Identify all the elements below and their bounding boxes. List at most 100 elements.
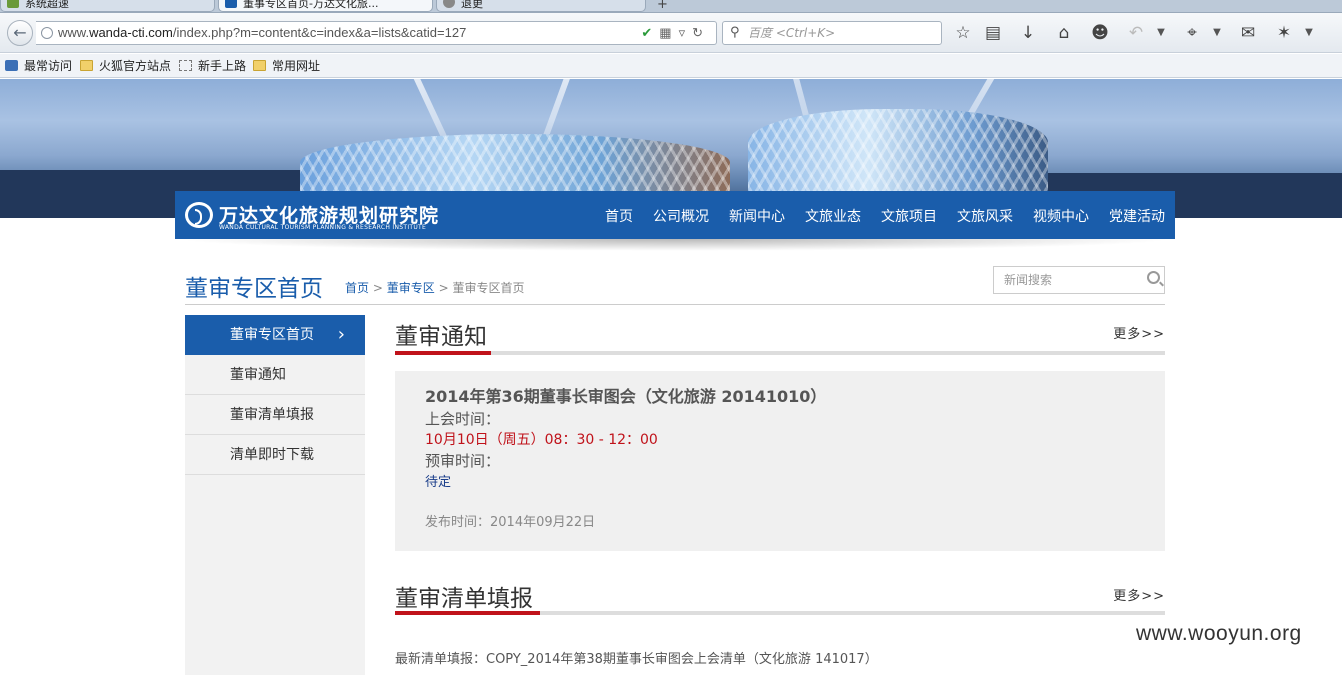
crop-icon[interactable]: ⌖ [1181, 23, 1203, 43]
main-content: 董审通知 更多>> 2014年第36期董事长审图会（文化旅游 20141010）… [395, 315, 1165, 551]
meeting-time-label: 上会时间： [425, 410, 501, 428]
nav-video[interactable]: 视频中心 [1033, 191, 1089, 239]
browser-tab-active[interactable]: 董事专区首页-万达文化旅... [218, 0, 433, 12]
bookmark-firefox-site[interactable]: 火狐官方站点 [80, 54, 171, 78]
latest-checklist-link[interactable]: 最新清单填报：COPY_2014年第38期董事长审图会上会清单（文化旅游 141… [395, 648, 878, 667]
section-title: 董审清单填报 [395, 586, 533, 612]
news-search-input[interactable]: 新闻搜索 [993, 266, 1165, 294]
shield-icon[interactable]: ✔ [641, 25, 659, 40]
tab-title: 退更 [461, 0, 483, 10]
new-tab-button[interactable]: + [657, 0, 668, 12]
sidebar-item-download[interactable]: 清单即时下载 [185, 435, 365, 475]
review-time-value: 待定 [425, 475, 452, 490]
nav-company[interactable]: 公司概况 [653, 191, 709, 239]
search-icon: ⚲ [730, 25, 740, 40]
browser-search-input[interactable]: ⚲ 百度 <Ctrl+K> [722, 21, 942, 45]
folder-icon [253, 60, 266, 71]
notice-title[interactable]: 2014年第36期董事长审图会（文化旅游 20141010） [425, 386, 1135, 408]
nav-home[interactable]: 首页 [605, 191, 633, 239]
section-underline [395, 351, 491, 355]
page-title: 董审专区首页 [185, 276, 323, 302]
dropdown-arrow-icon[interactable]: ▿ [679, 25, 693, 40]
search-placeholder: 百度 <Ctrl+K> [748, 26, 836, 40]
bookmark-label: 最常访问 [24, 59, 73, 73]
page-header: 董审专区首页 首页 > 董审专区 > 董审专区首页 新闻搜索 [185, 265, 1165, 305]
more-link[interactable]: 更多>> [1113, 585, 1165, 604]
notice-card[interactable]: 2014年第36期董事长审图会（文化旅游 20141010） 上会时间： 10月… [395, 371, 1165, 551]
section-underline [395, 611, 540, 615]
sidebar-item-label: 董审通知 [230, 367, 286, 383]
review-time-label: 预审时间： [425, 452, 501, 470]
bookmark-label: 新手上路 [198, 59, 247, 73]
bookmark-most-visited[interactable]: 最常访问 [5, 54, 72, 78]
checklist-section-header: 董审清单填报 更多>> [395, 577, 1165, 615]
breadcrumb-separator: > [438, 281, 449, 295]
browser-tab[interactable]: 退更 [436, 0, 646, 12]
sidebar-item-checklist[interactable]: 董审清单填报 [185, 395, 365, 435]
url-prefix: www. [58, 25, 90, 40]
download-icon[interactable]: ↓ [1017, 23, 1039, 43]
search-icon[interactable] [1147, 271, 1160, 284]
bookmark-getting-started[interactable]: 新手上路 [179, 54, 246, 78]
bookmark-star-icon[interactable]: ☆ [952, 23, 974, 43]
more-link[interactable]: 更多>> [1113, 323, 1165, 342]
browser-tab[interactable]: 系统超速 [0, 0, 215, 12]
nav-party[interactable]: 党建活动 [1109, 191, 1165, 239]
qr-code-icon[interactable]: ▦ [659, 25, 678, 40]
sidebar-item-label: 清单即时下载 [230, 447, 314, 463]
undo-icon[interactable]: ↶ [1125, 23, 1147, 43]
back-arrow-icon: ← [13, 23, 27, 42]
globe-icon [41, 27, 53, 39]
bookmark-common-sites[interactable]: 常用网址 [253, 54, 320, 78]
folder-icon [80, 60, 93, 71]
breadcrumb-separator: > [372, 281, 383, 295]
speech-bubble-icon[interactable]: ✉ [1237, 23, 1259, 43]
home-icon[interactable]: ⌂ [1053, 23, 1075, 43]
section-title: 董审通知 [395, 324, 487, 350]
sidebar-item-notice[interactable]: 董审通知 [185, 355, 365, 395]
tab-title: 董事专区首页-万达文化旅... [243, 0, 379, 10]
breadcrumb: 首页 > 董审专区 > 董审专区首页 [345, 279, 524, 296]
site-nav: 万达文化旅游规划研究院 WANDA CULTURAL TOURISM PLANN… [175, 191, 1175, 251]
sidebar: 董审专区首页 › 董审通知 董审清单填报 清单即时下载 [185, 315, 365, 675]
logo-en: WANDA CULTURAL TOURISM PLANNING & RESEAR… [219, 224, 427, 231]
dropdown-icon[interactable]: ▼ [1206, 27, 1228, 38]
gear-icon [443, 0, 455, 8]
nav-news[interactable]: 新闻中心 [729, 191, 785, 239]
page-icon [179, 60, 192, 71]
url-domain: wanda-cti.com [89, 25, 173, 40]
chevron-right-icon: › [337, 324, 345, 345]
tab-title: 系统超速 [25, 0, 69, 10]
reload-icon[interactable]: ↻ [692, 25, 710, 40]
checklist-section: 董审清单填报 更多>> [395, 577, 1165, 615]
nav-shadow [175, 239, 1175, 251]
news-search-placeholder: 新闻搜索 [1004, 273, 1053, 287]
publish-date: 发布时间：2014年09月22日 [425, 515, 596, 530]
nav-business[interactable]: 文旅业态 [805, 191, 861, 239]
sidebar-item-label: 董审清单填报 [230, 407, 314, 423]
reading-list-icon[interactable]: ▤ [982, 23, 1004, 43]
url-path: /index.php?m=content&c=index&a=lists&cat… [172, 25, 467, 40]
dropdown-icon[interactable]: ▼ [1150, 27, 1172, 38]
nav-style[interactable]: 文旅风采 [957, 191, 1013, 239]
tab-favicon-icon [7, 0, 19, 8]
bookmark-label: 常用网址 [272, 59, 321, 73]
nav-projects[interactable]: 文旅项目 [881, 191, 937, 239]
breadcrumb-current: 董审专区首页 [452, 281, 525, 295]
sidebar-item-label: 董审专区首页 [230, 327, 314, 343]
dropdown-icon[interactable]: ▼ [1298, 27, 1320, 38]
tab-favicon-icon [225, 0, 237, 8]
back-button[interactable]: ← [7, 20, 33, 46]
notice-section-header: 董审通知 更多>> [395, 315, 1165, 355]
url-bar[interactable]: www.wanda-cti.com/index.php?m=content&c=… [36, 21, 717, 45]
bookmark-label: 火狐官方站点 [99, 59, 172, 73]
extension-icon[interactable]: ✶ [1273, 23, 1295, 43]
bookmark-icon [5, 60, 18, 71]
meeting-time-value: 10月10日（周五）08：30 - 12：00 [425, 432, 658, 448]
sidebar-item-home[interactable]: 董审专区首页 › [185, 315, 365, 355]
chat-icon[interactable]: ☻ [1089, 23, 1111, 43]
bookmarks-bar: 最常访问 火狐官方站点 新手上路 常用网址 [0, 54, 1342, 78]
breadcrumb-section-link[interactable]: 董审专区 [387, 281, 435, 295]
breadcrumb-home-link[interactable]: 首页 [345, 281, 369, 295]
watermark: www.wooyun.org [1136, 622, 1302, 645]
